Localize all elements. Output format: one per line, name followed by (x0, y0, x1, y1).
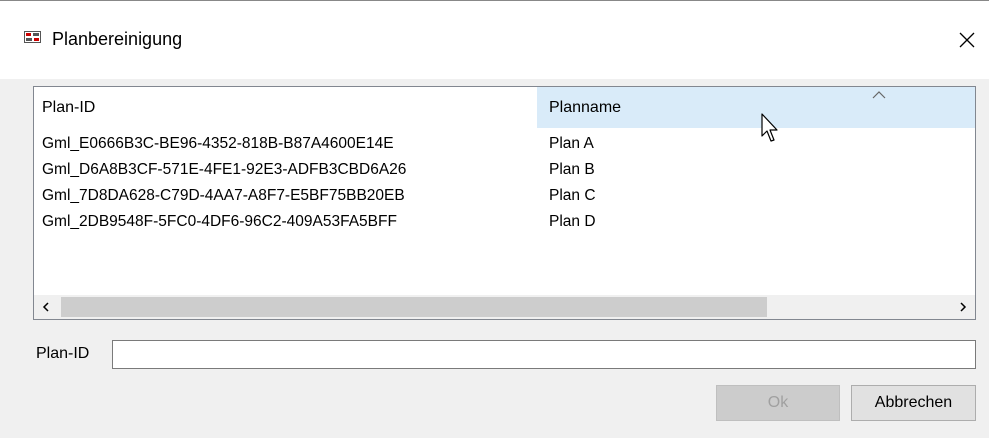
cell-plan-id: Gml_7D8DA628-C79D-4AA7-A8F7-E5BF75BB20EB (42, 187, 405, 204)
cell-planname: Plan D (549, 213, 596, 230)
ok-button[interactable]: Ok (716, 385, 840, 421)
app-icon (24, 31, 41, 43)
plan-id-input[interactable] (112, 340, 976, 369)
scroll-left-button[interactable] (34, 295, 58, 319)
scroll-right-button[interactable] (951, 295, 975, 319)
cell-planname: Plan A (549, 135, 594, 152)
window-title: Planbereinigung (52, 29, 183, 49)
table-row[interactable]: Gml_7D8DA628-C79D-4AA7-A8F7-E5BF75BB20EB… (34, 185, 975, 207)
column-header-plan-id[interactable]: Plan-ID (34, 87, 537, 128)
scrollbar-thumb[interactable] (61, 297, 767, 317)
sort-ascending-icon (872, 91, 886, 99)
table-row[interactable]: Gml_E0666B3C-BE96-4352-818B-B87A4600E14E… (34, 133, 975, 155)
chevron-left-icon (42, 302, 49, 312)
close-button[interactable] (944, 19, 989, 61)
plan-id-label: Plan-ID (36, 345, 90, 362)
mouse-cursor-icon (761, 113, 778, 142)
cell-plan-id: Gml_D6A8B3CF-571E-4FE1-92E3-ADFB3CBD6A26 (42, 161, 407, 178)
cell-plan-id: Gml_E0666B3C-BE96-4352-818B-B87A4600E14E (42, 135, 394, 152)
horizontal-scrollbar[interactable] (34, 295, 975, 319)
table-row[interactable]: Gml_D6A8B3CF-571E-4FE1-92E3-ADFB3CBD6A26… (34, 159, 975, 181)
plan-list-view[interactable]: Plan-ID Planname Gml_E0666B3C-BE96-4352-… (33, 86, 976, 320)
cancel-button[interactable]: Abbrechen (851, 385, 976, 421)
table-row[interactable]: Gml_2DB9548F-5FC0-4DF6-96C2-409A53FA5BFF… (34, 211, 975, 233)
chevron-right-icon (960, 302, 967, 312)
cell-plan-id: Gml_2DB9548F-5FC0-4DF6-96C2-409A53FA5BFF (42, 213, 397, 230)
column-header-planname[interactable]: Planname (537, 87, 975, 128)
cell-planname: Plan B (549, 161, 595, 178)
title-bar[interactable]: Planbereinigung (0, 1, 989, 79)
cell-planname: Plan C (549, 187, 596, 204)
close-icon (959, 32, 974, 48)
